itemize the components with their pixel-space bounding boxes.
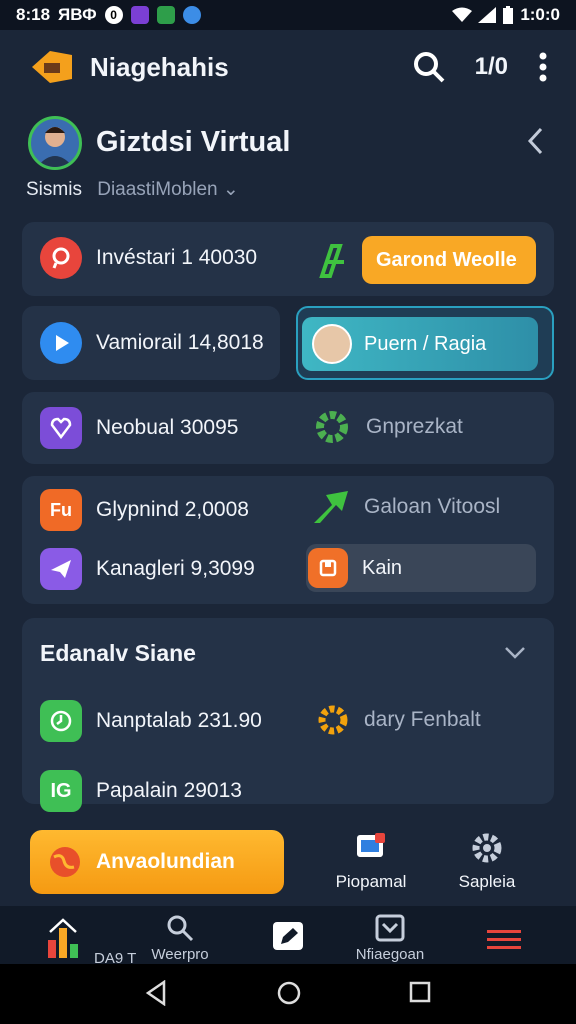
location-pin-icon (40, 237, 82, 279)
list-item-label: Neobual 30095 (96, 416, 239, 439)
profile-section: Giztdsi Virtual Sismis DiaastiMoblen ⌄ (26, 112, 550, 212)
back-icon[interactable] (144, 980, 168, 1006)
app-title: Niagehahis (90, 51, 229, 82)
list-item-label: Nanptalab 231.90 (96, 709, 262, 732)
signal-icon (478, 7, 497, 23)
list-item[interactable]: Kanagleri 9,3099 (40, 548, 255, 590)
sapleia-button[interactable]: Sapleia (432, 830, 542, 892)
search-icon (167, 915, 194, 942)
app-header: Niagehahis 1/0 (0, 30, 576, 104)
nav-item-menu[interactable] (464, 914, 544, 956)
dary-label: dary Fenbalt (364, 708, 481, 731)
globe-icon (50, 847, 80, 877)
pen-icon (273, 922, 303, 950)
chevron-down-icon[interactable] (504, 646, 526, 660)
nav-item-search[interactable]: Weerpro (140, 914, 220, 963)
avatar[interactable] (28, 116, 82, 170)
gear-icon (432, 830, 542, 866)
list-item[interactable]: Vamiorail 14,8018 (40, 322, 264, 364)
header-count[interactable]: 1/0 (475, 53, 508, 81)
list-item[interactable]: Neobual 30095 (40, 407, 238, 449)
clock-icon (40, 700, 82, 742)
anvaolundian-button[interactable]: Anvaolundian (30, 830, 284, 894)
status-right-time: 1:0:0 (520, 5, 560, 24)
recents-icon[interactable] (408, 980, 432, 1004)
galoan-label: Galoan Vitoosl (364, 495, 501, 518)
rollercoaster-icon (319, 244, 344, 278)
list-item[interactable]: IG Papalain 29013 (40, 770, 242, 812)
list-item[interactable]: Invéstari 1 40030 (40, 237, 257, 279)
battery-icon (503, 6, 514, 24)
list-item[interactable]: Fu Glypnind 2,0008 (40, 489, 249, 531)
wifi-icon (452, 7, 473, 22)
system-nav-bar (0, 964, 576, 1024)
list-item-label: Glypnind 2,0008 (96, 498, 249, 521)
list-item-label: Kanagleri 9,3099 (96, 557, 255, 580)
profile-name: Giztdsi Virtual (96, 126, 291, 158)
app-logo-icon (28, 45, 76, 89)
gear-icon (316, 411, 348, 443)
devices-icon (316, 830, 426, 866)
profile-subtitle-row: Sismis DiaastiMoblen ⌄ (26, 178, 239, 201)
browser-notification-icon (182, 6, 201, 24)
mail-notification-icon (156, 6, 175, 24)
chevron-left-icon[interactable] (526, 126, 544, 156)
list-item-label: Papalain 29013 (96, 779, 242, 802)
list-item-label: Vamiorail 14,8018 (96, 331, 264, 354)
piopamal-button[interactable]: Piopamal (316, 830, 426, 892)
galoan-item[interactable]: Galoan Vitoosl (312, 489, 500, 525)
more-vert-icon[interactable] (538, 52, 548, 82)
status-time: 8:18 (16, 5, 51, 24)
gnprezkat-item[interactable]: Gnprezkat (312, 407, 463, 447)
nav-item-compose[interactable] (248, 914, 328, 956)
gear-icon (318, 705, 348, 735)
menu-icon (487, 930, 521, 949)
arrow-icon (314, 491, 348, 523)
inbox-icon (375, 914, 405, 942)
nav-item-inbox[interactable]: Nfiaegoan (350, 914, 430, 963)
section-title: Edanalv Siane (40, 640, 196, 666)
fu-badge-icon: Fu (40, 489, 82, 531)
garond-button[interactable]: Garond Weolle (362, 236, 536, 284)
notification-badge: 0 (104, 6, 123, 24)
list-item[interactable]: Nanptalab 231.90 (40, 700, 262, 742)
list-item-label: Invéstari 1 40030 (96, 246, 258, 269)
puern-ragia-button[interactable]: Puern / Ragia (302, 317, 538, 371)
status-carrier: ЯВФ (58, 5, 97, 24)
bottom-nav: DA9 T Weerpro Nfiaegoan (0, 906, 576, 967)
avatar (312, 324, 352, 364)
kain-button[interactable]: Kain (306, 544, 536, 592)
paper-plane-icon (40, 548, 82, 590)
home-icon[interactable] (276, 980, 302, 1006)
status-bar: 8:18 ЯВФ 0 1:0:0 (0, 0, 576, 30)
profile-subtitle-dropdown[interactable]: DiaastiMoblen ⌄ (97, 179, 239, 200)
play-icon (40, 322, 82, 364)
ig-badge-icon: IG (40, 770, 82, 812)
chart-icon (48, 918, 78, 958)
search-icon[interactable] (413, 51, 445, 83)
heart-badge-icon (40, 407, 82, 449)
profile-label: Sismis (26, 179, 82, 200)
app-notification-icon (130, 6, 149, 24)
box-icon (308, 548, 348, 588)
dary-item[interactable]: dary Fenbalt (316, 703, 481, 737)
gnprezkat-label: Gnprezkat (366, 415, 463, 438)
